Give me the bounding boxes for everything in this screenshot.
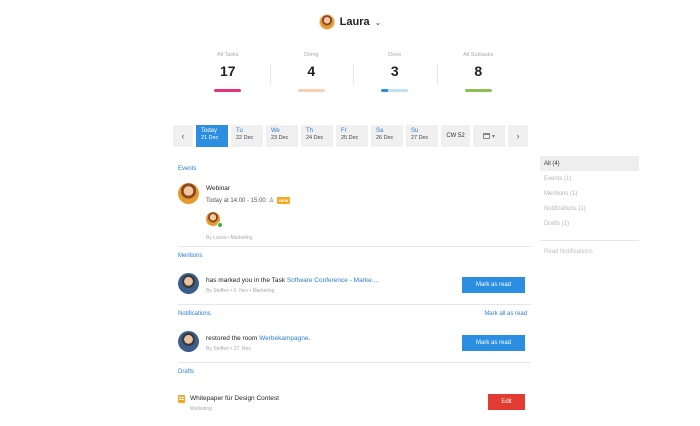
- event-title: Webinar: [206, 185, 231, 192]
- avatar: [178, 331, 199, 352]
- chevron-down-icon: ▾: [491, 133, 495, 140]
- date-day: Fr: [341, 128, 347, 134]
- events-section-header: Events: [173, 160, 531, 177]
- header: Laura ⌄: [0, 10, 700, 34]
- date-day: Today: [201, 128, 218, 134]
- stat-label: Doing: [304, 52, 319, 58]
- section-title: Events: [178, 165, 197, 172]
- mention-meta: By Steffen • 6. Nov • Marketing: [206, 288, 275, 294]
- notification-text: restored the room Werbekampagne.: [206, 335, 310, 342]
- date-tab-fr[interactable]: Fr 25 Dec: [336, 125, 368, 147]
- filter-all[interactable]: All (4): [540, 156, 639, 171]
- date-day: Th: [306, 128, 314, 134]
- stat-all-subtasks: All Subtasks 8: [436, 52, 521, 100]
- section-title: Notifications: [178, 310, 211, 317]
- stat-value: 4: [307, 63, 316, 79]
- stat-bar: [297, 89, 325, 92]
- notification-meta: By Steffen • 27. Nov: [206, 346, 251, 352]
- stat-doing: Doing 4: [269, 52, 354, 100]
- read-notifications-link[interactable]: Read Notifications: [540, 249, 639, 255]
- mention-item: has marked you in the Task Software Conf…: [173, 264, 531, 304]
- notification-item: restored the room Werbekampagne. By Stef…: [173, 322, 531, 362]
- stat-label: All Subtasks: [463, 52, 494, 58]
- notification-list: Events Webinar Today at 14:00 - 15:00 ♙ …: [173, 160, 531, 420]
- stats-panel: All Tasks 17 Doing 4 Done 3 All Subtasks…: [186, 52, 520, 100]
- avatar: [178, 183, 199, 204]
- date-tab-we[interactable]: We 23 Dec: [266, 125, 298, 147]
- stat-done: Done 3: [353, 52, 437, 100]
- date-day: Sa: [376, 128, 384, 134]
- mark-as-read-button[interactable]: Mark as read: [462, 277, 525, 293]
- date-date: 21 Dec: [201, 135, 219, 141]
- date-navigation: ‹ Today 21 Dec Tu 22 Dec We 23 Dec Th 24…: [173, 125, 528, 147]
- date-day: We: [271, 128, 280, 134]
- notifications-section-header: Notifications Mark all as read: [173, 305, 531, 322]
- section-title: Drafts: [178, 368, 195, 375]
- date-date: 25 Dec: [341, 135, 359, 141]
- chevron-down-icon: ⌄: [374, 17, 382, 27]
- event-time-text: Today at 14:00 - 15:00: [206, 197, 266, 204]
- stat-value: 8: [474, 63, 483, 79]
- filter-notifications[interactable]: Notifications (1): [540, 201, 639, 216]
- online-indicator: [217, 222, 223, 228]
- date-date: 23 Dec: [271, 135, 289, 141]
- stat-label: All Tasks: [216, 52, 239, 58]
- chevron-left-icon[interactable]: ‹: [173, 125, 193, 147]
- event-meta: By Laura • Marketing: [206, 235, 253, 241]
- mention-message: has marked you in the Task: [206, 277, 287, 284]
- filter-drafts[interactable]: Drafts (1): [540, 216, 639, 231]
- divider: [540, 240, 639, 241]
- section-title: Mentions: [178, 252, 203, 259]
- stat-bar: [464, 89, 492, 92]
- date-day: Su: [411, 128, 419, 134]
- notification-message: restored the room: [206, 335, 260, 342]
- people-icon: ♙: [268, 198, 275, 204]
- user-switcher[interactable]: Laura ⌄: [318, 14, 382, 30]
- draft-meta: Marketing: [190, 406, 212, 412]
- date-date: 22 Dec: [236, 135, 254, 141]
- draft-title[interactable]: Whitepaper für Design Contest: [190, 395, 279, 402]
- date-tab-sa[interactable]: Sa 26 Dec: [371, 125, 403, 147]
- calendar-week: CW 52: [441, 125, 470, 147]
- date-day: Tu: [236, 128, 243, 134]
- chevron-right-icon[interactable]: ›: [508, 125, 528, 147]
- user-avatar: [318, 14, 335, 30]
- stat-bar: [381, 89, 409, 92]
- stat-bar: [214, 89, 242, 92]
- date-tab-today[interactable]: Today 21 Dec: [196, 125, 228, 147]
- filter-mentions[interactable]: Mentions (1): [540, 186, 639, 201]
- mark-all-as-read-link[interactable]: Mark all as read: [484, 311, 527, 317]
- stat-value: 17: [219, 63, 236, 79]
- date-tab-su[interactable]: Su 27 Dec: [406, 125, 438, 147]
- calendar-picker[interactable]: ▾: [473, 125, 505, 147]
- calendar-icon: [482, 133, 490, 139]
- document-icon: [178, 395, 185, 403]
- drafts-section-header: Drafts: [173, 363, 531, 380]
- stat-value: 3: [390, 63, 399, 79]
- event-item[interactable]: Webinar Today at 14:00 - 15:00 ♙ NEW By …: [173, 177, 531, 246]
- new-badge: NEW: [277, 197, 291, 204]
- date-tab-tu[interactable]: Tu 22 Dec: [231, 125, 263, 147]
- notification-suffix: .: [308, 335, 311, 342]
- task-link[interactable]: Software Conference - Marke....: [287, 277, 379, 284]
- mark-as-read-button[interactable]: Mark as read: [462, 335, 525, 351]
- date-date: 27 Dec: [411, 135, 429, 141]
- stat-label: Done: [388, 52, 402, 58]
- date-date: 26 Dec: [376, 135, 394, 141]
- mentions-section-header: Mentions: [173, 247, 531, 264]
- avatar: [178, 273, 199, 294]
- date-tab-th[interactable]: Th 24 Dec: [301, 125, 333, 147]
- mention-text: has marked you in the Task Software Conf…: [206, 277, 379, 284]
- date-date: 24 Dec: [306, 135, 324, 141]
- edit-button[interactable]: Edit: [488, 394, 525, 410]
- filter-sidebar: All (4) Events (1) Mentions (1) Notifica…: [540, 156, 639, 255]
- stat-all-tasks: All Tasks 17: [186, 52, 270, 100]
- user-name: Laura: [339, 16, 370, 28]
- room-link[interactable]: Werbekampagne: [259, 335, 308, 342]
- draft-item: Whitepaper für Design Contest Marketing …: [173, 380, 531, 420]
- event-time: Today at 14:00 - 15:00 ♙ NEW: [206, 197, 291, 204]
- filter-events[interactable]: Events (1): [540, 171, 639, 186]
